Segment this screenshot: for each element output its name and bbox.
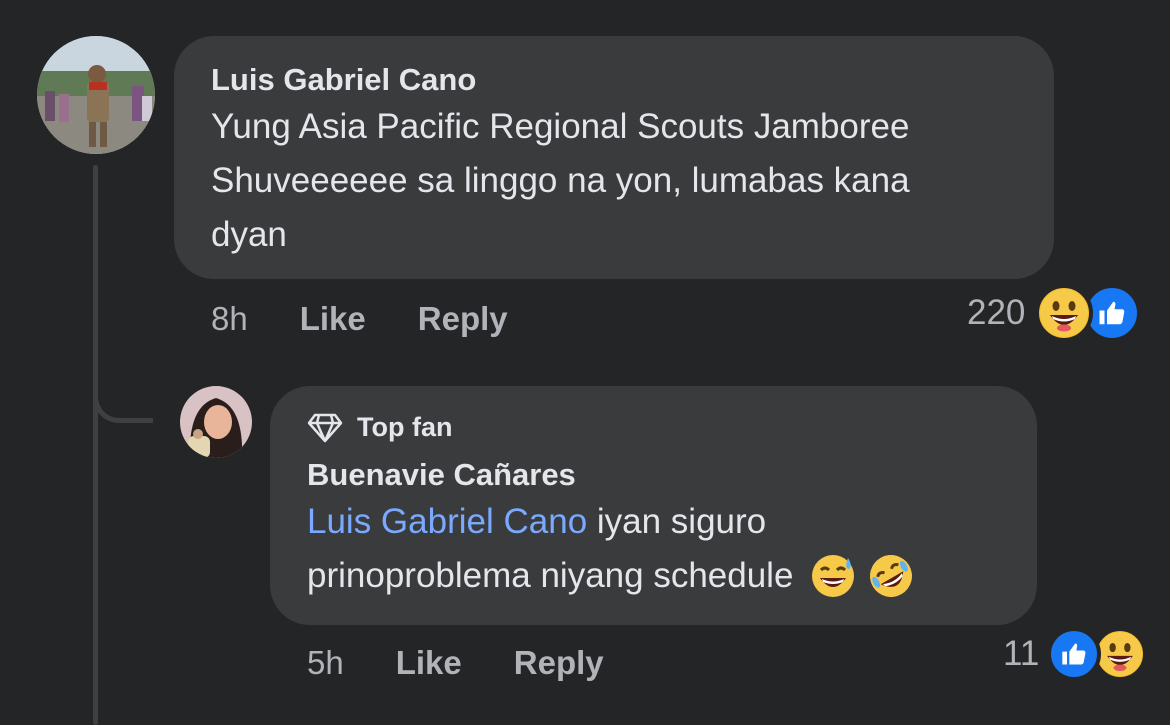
reply-connector [93,365,153,423]
sweat-smile-emoji [811,554,855,598]
grin-emoji [1093,627,1148,681]
reply-bubble: Top fan Buenavie Cañares Luis Gabriel Ca… [270,386,1037,625]
reply-reactions[interactable]: 11 [1003,627,1148,681]
comment-author[interactable]: Luis Gabriel Cano [211,60,1017,100]
reply-text-line: prinoproblema niyang schedule [307,556,804,595]
reply-actions: 5h Like Reply [307,644,604,682]
mention-link[interactable]: Luis Gabriel Cano [307,502,587,541]
diamond-icon [307,413,343,442]
grin-emoji [1035,284,1094,342]
top-fan-badge: Top fan [307,412,1000,443]
comment-text: Yung Asia Pacific Regional Scouts Jambor… [211,100,1017,262]
comment-text-line: Shuveeeeee sa linggo na yon, lumabas kan… [211,161,910,200]
reply-text: Luis Gabriel Cano iyan siguro prinoprobl… [307,495,1000,603]
comment-reactions[interactable]: 220 [967,284,1142,342]
reaction-count: 11 [1003,634,1040,673]
rofl-emoji [867,552,915,600]
reply-button[interactable]: Reply [418,300,508,338]
like-icon [1047,627,1102,681]
reply-timestamp[interactable]: 5h [307,644,344,682]
reply-button[interactable]: Reply [514,644,604,682]
reaction-count: 220 [967,293,1026,332]
reply-text-line: iyan siguro [587,502,767,541]
comment-bubble: Luis Gabriel Cano Yung Asia Pacific Regi… [174,36,1054,279]
comment-text-line: dyan [211,215,287,254]
like-button[interactable]: Like [396,644,462,682]
comment-timestamp[interactable]: 8h [211,300,248,338]
top-fan-label: Top fan [357,412,453,442]
thread-line [93,165,98,725]
reply-author[interactable]: Buenavie Cañares [307,455,1000,495]
comment-actions: 8h Like Reply [211,300,508,338]
comment-text-line: Yung Asia Pacific Regional Scouts Jambor… [211,107,910,146]
replier-avatar[interactable] [180,386,252,458]
commenter-avatar[interactable] [37,36,155,154]
like-button[interactable]: Like [300,300,366,338]
